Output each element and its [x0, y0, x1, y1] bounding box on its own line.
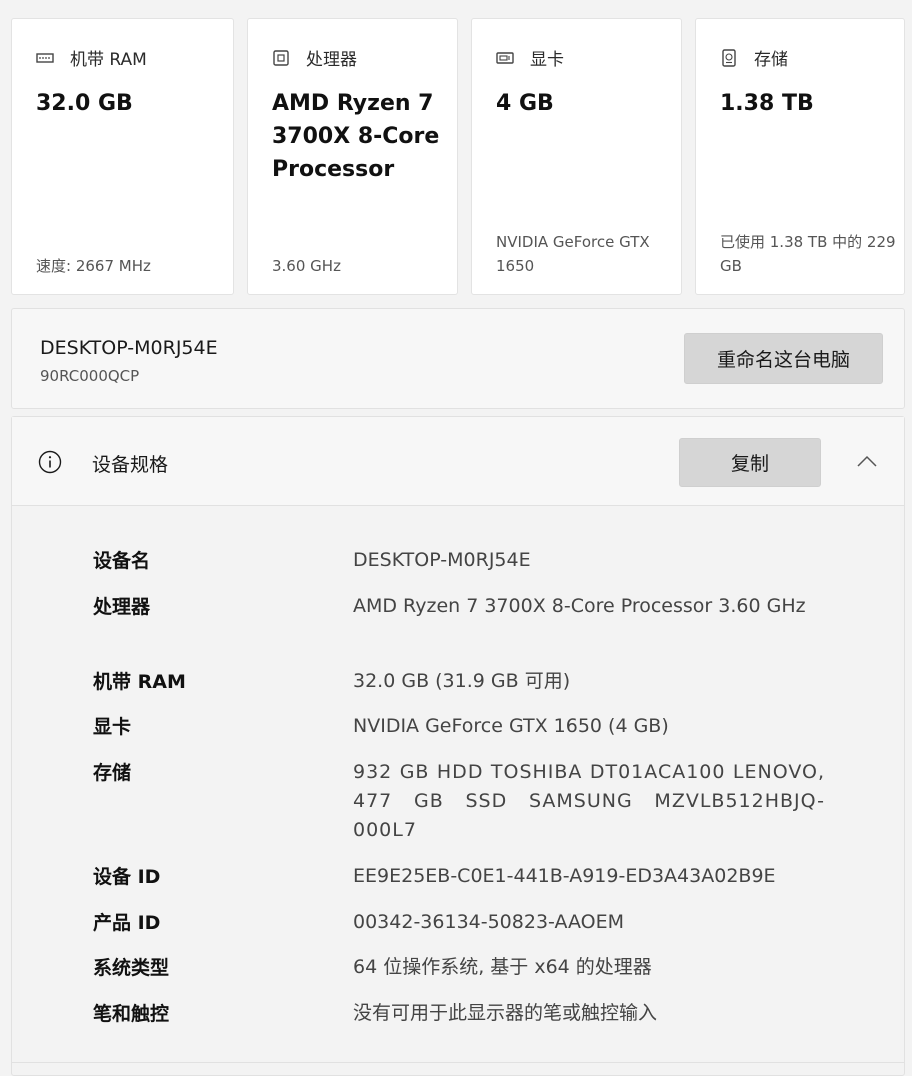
gpu-card: 显卡 4 GB NVIDIA GeForce GTX 1650	[471, 18, 682, 295]
spec-value: 932 GB HDD TOSHIBA DT01ACA100 LENOVO, 47…	[353, 761, 825, 841]
spec-value: EE9E25EB-C0E1-441B-A919-ED3A43A02B9E	[353, 865, 776, 887]
copy-button[interactable]: 复制	[679, 438, 821, 487]
spec-value: 没有可用于此显示器的笔或触控输入	[353, 1002, 658, 1024]
storage-icon	[722, 48, 736, 67]
spec-value: AMD Ryzen 7 3700X 8-Core Processor 3.60 …	[353, 595, 806, 617]
processor-icon	[273, 49, 289, 66]
ram-card-foot: 速度: 2667 MHz	[36, 257, 151, 275]
device-name: DESKTOP-M0RJ54E	[40, 337, 218, 359]
processor-card-label: 处理器	[306, 50, 357, 70]
storage-card-label: 存储	[754, 50, 788, 70]
rename-pc-button[interactable]: 重命名这台电脑	[684, 333, 883, 384]
spec-key: 系统类型	[93, 957, 170, 979]
ram-icon	[36, 52, 54, 63]
device-name-bar: DESKTOP-M0RJ54E 90RC000QCP 重命名这台电脑	[11, 308, 905, 409]
gpu-card-label: 显卡	[530, 50, 564, 70]
chevron-up-icon[interactable]	[852, 447, 882, 477]
device-specs-title: 设备规格	[92, 454, 169, 476]
spec-key: 设备 ID	[93, 866, 161, 888]
processor-card-foot: 3.60 GHz	[272, 257, 341, 275]
ram-card: 机带 RAM 32.0 GB 速度: 2667 MHz	[11, 18, 234, 295]
ram-card-value: 32.0 GB	[36, 91, 133, 116]
processor-card-value: AMD Ryzen 7 3700X 8-Core Processor	[272, 91, 440, 182]
spec-key: 显卡	[93, 716, 132, 738]
divider	[12, 1062, 904, 1063]
device-model: 90RC000QCP	[40, 367, 140, 385]
gpu-card-value: 4 GB	[496, 91, 554, 116]
processor-card: 处理器 AMD Ryzen 7 3700X 8-Core Processor 3…	[247, 18, 458, 295]
spec-value: 32.0 GB (31.9 GB 可用)	[353, 670, 571, 692]
gpu-icon	[496, 51, 514, 64]
device-specs-header[interactable]: 设备规格 复制	[12, 417, 904, 506]
spec-key: 设备名	[93, 550, 151, 572]
spec-key: 机带 RAM	[93, 671, 186, 693]
info-icon	[38, 450, 62, 474]
processor-card-header: 处理器	[272, 45, 357, 70]
gpu-card-header: 显卡	[496, 45, 564, 70]
spec-key: 产品 ID	[93, 912, 161, 934]
storage-card-header: 存储	[720, 45, 788, 70]
spec-value: 00342-36134-50823-AAOEM	[353, 911, 625, 933]
spec-value: NVIDIA GeForce GTX 1650 (4 GB)	[353, 715, 669, 737]
spec-value: DESKTOP-M0RJ54E	[353, 549, 531, 571]
spec-key: 笔和触控	[93, 1003, 170, 1025]
gpu-card-foot: NVIDIA GeForce GTX 1650	[496, 233, 650, 275]
ram-card-label: 机带 RAM	[70, 50, 147, 70]
spec-value: 64 位操作系统, 基于 x64 的处理器	[353, 956, 652, 978]
storage-card-foot: 已使用 1.38 TB 中的 229 GB	[720, 233, 896, 275]
ram-card-header: 机带 RAM	[36, 45, 147, 70]
device-specs-panel: 设备规格 复制 设备名 DESKTOP-M0RJ54E 处理器 AMD Ryze…	[11, 416, 905, 1076]
storage-card-value: 1.38 TB	[720, 91, 814, 116]
spec-key: 处理器	[93, 596, 151, 618]
spec-key: 存储	[93, 762, 132, 784]
storage-card: 存储 1.38 TB 已使用 1.38 TB 中的 229 GB	[695, 18, 905, 295]
